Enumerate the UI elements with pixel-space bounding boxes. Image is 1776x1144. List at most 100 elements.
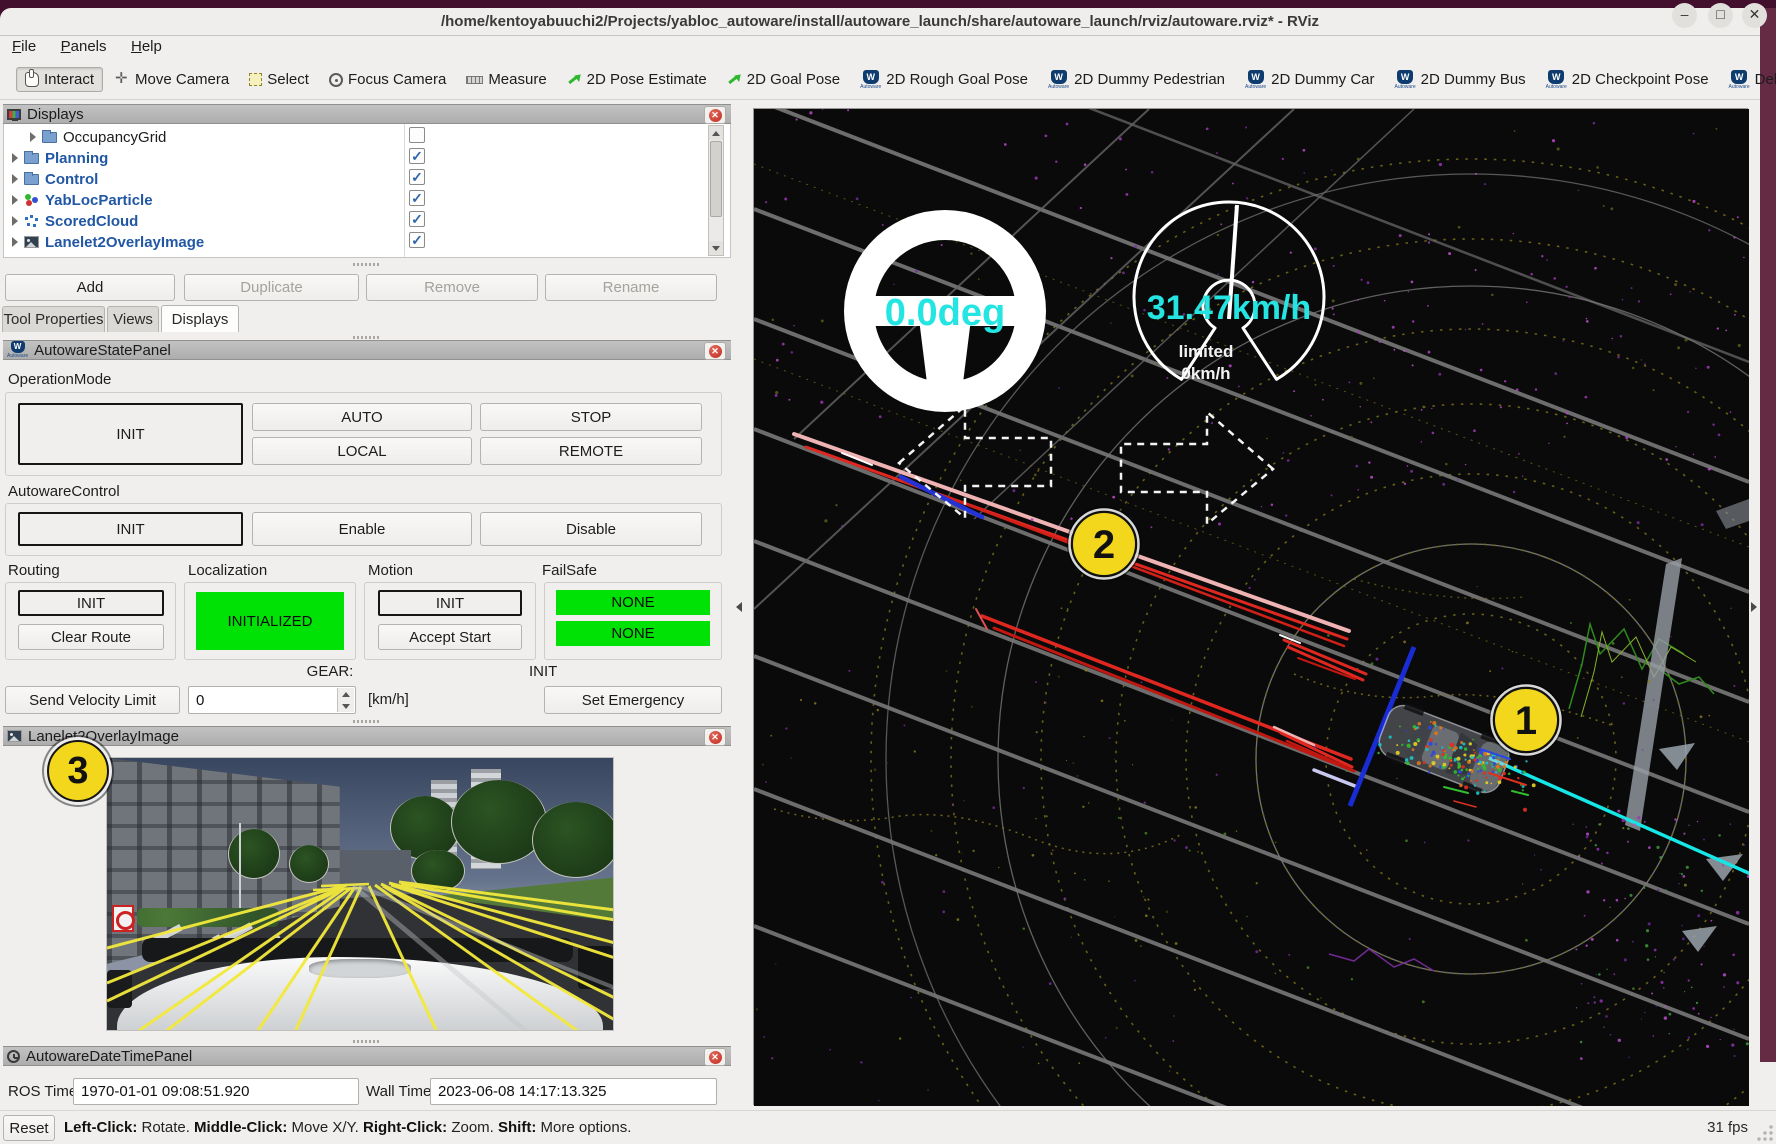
close-button[interactable]: ✕: [1742, 3, 1767, 28]
menu-help[interactable]: Help: [121, 36, 172, 57]
tree-scrollbar[interactable]: [708, 125, 724, 256]
tree-row-planning[interactable]: Planning: [12, 148, 108, 168]
expand-arrow-icon[interactable]: [12, 174, 18, 184]
stop-button[interactable]: STOP: [480, 403, 702, 431]
tool-label: 2D Goal Pose: [747, 71, 840, 88]
tool-select[interactable]: Select: [241, 68, 317, 91]
checkbox-yablocparticle[interactable]: ✓: [409, 190, 425, 206]
resize-grip[interactable]: [1756, 1124, 1774, 1142]
reset-button[interactable]: Reset: [3, 1115, 55, 1141]
rename-button[interactable]: Rename: [545, 274, 717, 301]
checkbox-lanelet2overlayimage[interactable]: ✓: [409, 232, 425, 248]
menu-file[interactable]: File: [2, 36, 46, 57]
maximize-button[interactable]: □: [1708, 3, 1733, 28]
expand-arrow-icon[interactable]: [12, 195, 18, 205]
set-emergency-button[interactable]: Set Emergency: [544, 686, 722, 714]
expand-arrow-icon[interactable]: [30, 132, 36, 142]
splitter-handle[interactable]: [353, 336, 379, 339]
overlay-panel-close-button[interactable]: ✕: [704, 728, 726, 746]
tree-row-scoredcloud[interactable]: ScoredCloud: [12, 211, 138, 231]
tree-row-control[interactable]: Control: [12, 169, 98, 189]
enable-button[interactable]: Enable: [252, 512, 472, 546]
tool-measure[interactable]: Measure: [458, 68, 554, 91]
tool-2d-goal-pose[interactable]: 2D Goal Pose: [719, 68, 848, 91]
tool-interact[interactable]: Interact: [16, 67, 103, 92]
control-init-button[interactable]: INIT: [18, 512, 243, 546]
displays-close-button[interactable]: ✕: [704, 106, 726, 124]
tab-displays[interactable]: Displays: [161, 305, 239, 332]
autoware-state-panel-header[interactable]: WAutoware AutowareStatePanel ✕: [3, 340, 731, 360]
3d-viewport[interactable]: 0.0deg 31.47km/h limited 0km/h 2: [753, 108, 1748, 1105]
disable-button[interactable]: Disable: [480, 512, 702, 546]
scrollbar-thumb[interactable]: [710, 141, 722, 217]
send-velocity-limit-button[interactable]: Send Velocity Limit: [5, 686, 180, 714]
ros-time-field[interactable]: 1970-01-01 09:08:51.920: [73, 1078, 359, 1105]
collapse-left-panel-icon[interactable]: [736, 602, 742, 612]
velocity-limit-input[interactable]: 0: [188, 686, 356, 714]
tree-row-label: Planning: [45, 150, 108, 167]
tool-2d-checkpoint-pose[interactable]: WAutoware 2D Checkpoint Pose: [1538, 67, 1717, 93]
tool-2d-rough-goal-pose[interactable]: WAutoware 2D Rough Goal Pose: [852, 67, 1036, 93]
tab-tool-properties[interactable]: Tool Properties: [2, 306, 105, 332]
datetime-panel-close-button[interactable]: ✕: [704, 1048, 726, 1066]
minimize-button[interactable]: –: [1672, 3, 1697, 28]
tool-2d-dummy-bus[interactable]: WAutoware 2D Dummy Bus: [1387, 67, 1534, 93]
add-button[interactable]: Add: [5, 274, 175, 301]
tree-row-occupancygrid[interactable]: OccupancyGrid: [30, 127, 166, 147]
duplicate-button[interactable]: Duplicate: [184, 274, 359, 301]
checkbox-control[interactable]: ✓: [409, 169, 425, 185]
tree-column-divider[interactable]: [404, 124, 405, 257]
annotation-badge-1: 1: [1490, 684, 1563, 757]
menu-panels[interactable]: Panels: [51, 36, 117, 57]
tool-label: 2D Checkpoint Pose: [1572, 71, 1709, 88]
local-button[interactable]: LOCAL: [252, 437, 472, 465]
tool-label: 2D Dummy Pedestrian: [1074, 71, 1225, 88]
routing-init-button[interactable]: INIT: [18, 590, 164, 616]
tool-label: Delete All Objects: [1755, 71, 1776, 88]
splitter-handle[interactable]: [353, 263, 379, 266]
collapse-right-icon[interactable]: [1751, 602, 1757, 612]
tool-focus-camera[interactable]: Focus Camera: [321, 68, 454, 91]
tool-2d-pose-estimate[interactable]: 2D Pose Estimate: [559, 68, 715, 91]
tree-row-label: OccupancyGrid: [63, 129, 166, 146]
svg-text:1: 1: [1515, 699, 1537, 743]
expand-arrow-icon[interactable]: [12, 237, 18, 247]
spinbox-arrows[interactable]: [337, 688, 354, 712]
remove-button[interactable]: Remove: [366, 274, 538, 301]
datetime-panel-header[interactable]: AutowareDateTimePanel ✕: [3, 1046, 731, 1066]
particles-icon: [24, 194, 39, 207]
checkbox-scoredcloud[interactable]: ✓: [409, 211, 425, 227]
scroll-down-icon[interactable]: [709, 241, 723, 255]
titlebar[interactable]: /home/kentoyabuuchi2/Projects/yabloc_aut…: [0, 8, 1760, 36]
tree-row-yablocparticle[interactable]: YabLocParticle: [12, 190, 153, 210]
state-panel-close-button[interactable]: ✕: [704, 342, 726, 360]
checkbox-occupancygrid[interactable]: ✓: [409, 127, 425, 143]
tool-move-camera[interactable]: Move Camera: [107, 68, 237, 91]
displays-tree[interactable]: OccupancyGrid ✓ Planning ✓ Control ✓ Yab…: [3, 124, 731, 258]
splitter-handle[interactable]: [353, 720, 379, 723]
wall-time-field[interactable]: 2023-06-08 14:17:13.325: [430, 1078, 717, 1105]
failsafe-mrm-state: NONE: [556, 590, 710, 615]
tab-views[interactable]: Views: [107, 306, 159, 332]
expand-arrow-icon[interactable]: [12, 216, 18, 226]
displays-panel-header[interactable]: Displays ✕: [3, 104, 731, 124]
scroll-up-icon[interactable]: [709, 126, 723, 140]
clear-route-button[interactable]: Clear Route: [18, 624, 164, 650]
splitter-handle[interactable]: [353, 1040, 379, 1043]
viewport-scene: 0.0deg 31.47km/h limited 0km/h 2: [754, 109, 1749, 1106]
expand-arrow-icon[interactable]: [12, 153, 18, 163]
motion-init-button[interactable]: INIT: [378, 590, 522, 616]
autoware-logo-icon: WAutoware: [1395, 70, 1416, 90]
accept-start-button[interactable]: Accept Start: [378, 624, 522, 650]
tool-2d-dummy-car[interactable]: WAutoware 2D Dummy Car: [1237, 67, 1382, 93]
checkbox-planning[interactable]: ✓: [409, 148, 425, 164]
tool-2d-dummy-pedestrian[interactable]: WAutoware 2D Dummy Pedestrian: [1040, 67, 1233, 93]
tree-row-label: YabLocParticle: [45, 192, 153, 209]
tool-delete-all-objects[interactable]: WAutoware Delete All Objects: [1721, 67, 1776, 93]
auto-button[interactable]: AUTO: [252, 403, 472, 431]
autoware-logo-icon: WAutoware: [1729, 70, 1750, 90]
remote-button[interactable]: REMOTE: [480, 437, 702, 465]
overlay-image-panel-header[interactable]: Lanelet2OverlayImage ✕: [3, 726, 731, 746]
tree-row-lanelet2overlayimage[interactable]: Lanelet2OverlayImage: [12, 232, 204, 252]
operation-mode-init-button[interactable]: INIT: [18, 403, 243, 465]
